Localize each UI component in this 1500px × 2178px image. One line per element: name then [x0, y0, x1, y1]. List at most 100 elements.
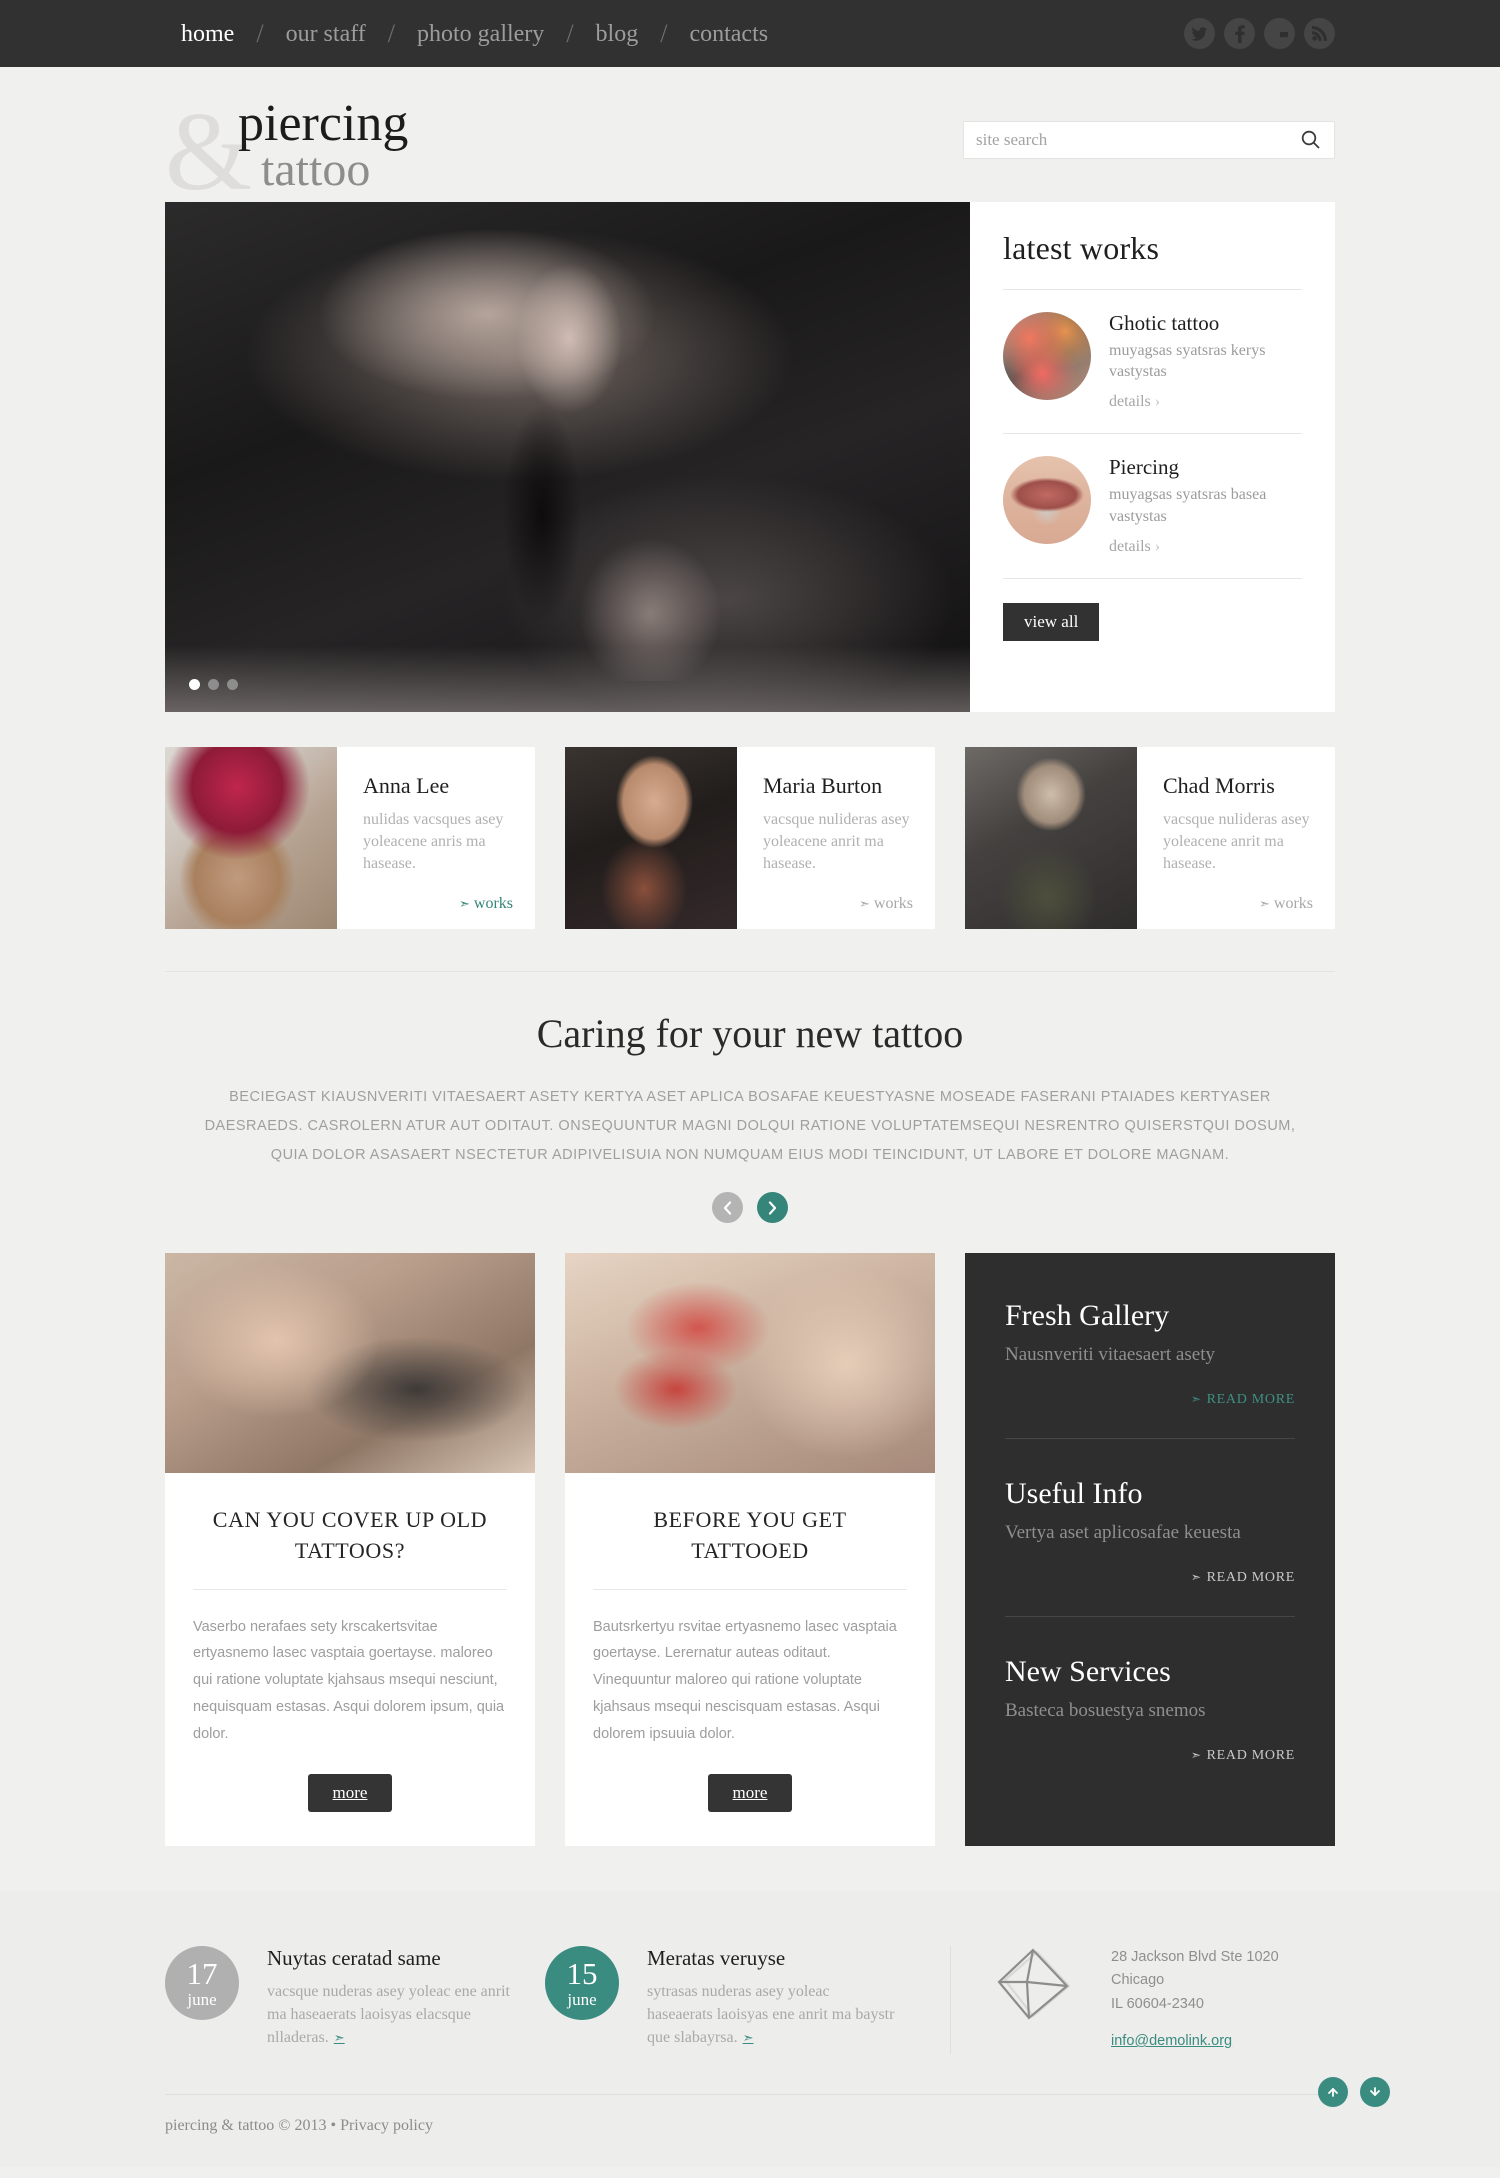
- facebook-icon[interactable]: [1224, 18, 1255, 49]
- news-read-arrow-icon[interactable]: ➣: [329, 2030, 345, 2045]
- news-title: Meratas veruyse: [647, 1945, 786, 1970]
- carousel-next-button[interactable]: [757, 1192, 788, 1223]
- footer-bottom-bar: piercing & tattoo © 2013 • Privacy polic…: [165, 2093, 1335, 2167]
- staff-name: Anna Lee: [363, 773, 450, 798]
- promo-read-more-link[interactable]: ➣ READ MORE: [1005, 1748, 1295, 1764]
- footer-contact-block: 28 Jackson Blvd Ste 1020 Chicago IL 6060…: [950, 1945, 1279, 2054]
- article-body: Bautsrkertyu rsvitae ertyasnemo lasec va…: [593, 1618, 897, 1742]
- search-submit-button[interactable]: [1299, 130, 1322, 149]
- staff-description: vacsque nulideras asey yoleacene anrit m…: [763, 811, 910, 873]
- view-all-row: view all: [1003, 577, 1302, 641]
- promo-read-more-link[interactable]: ➣ READ MORE: [1005, 1392, 1295, 1408]
- article-image[interactable]: [165, 1253, 535, 1473]
- caring-section: Caring for your new tattoo BECIEGAST KIA…: [165, 929, 1335, 1253]
- work-details-link[interactable]: details ›: [1109, 393, 1160, 411]
- staff-photo[interactable]: [965, 747, 1137, 929]
- news-month: june: [567, 1989, 597, 2009]
- site-search-form: [963, 120, 1335, 159]
- bullet-separator: •: [330, 2116, 337, 2134]
- staff-name: Maria Burton: [763, 773, 883, 798]
- slider-dot-1[interactable]: [189, 679, 200, 690]
- carousel-prev-button[interactable]: [712, 1192, 743, 1223]
- article-image[interactable]: [565, 1253, 935, 1473]
- work-title: Ghotic tattoo: [1109, 311, 1220, 335]
- latest-work-item: Piercing muyagsas syatsras basea vastyst…: [1003, 433, 1302, 577]
- address-block: 28 Jackson Blvd Ste 1020 Chicago IL 6060…: [1111, 1946, 1279, 2054]
- envelope-icon: [997, 1948, 1071, 2020]
- work-thumbnail[interactable]: [1003, 456, 1091, 545]
- staff-name: Chad Morris: [1163, 773, 1275, 798]
- promo-title: New Services: [1005, 1655, 1171, 1688]
- nav-item-photo-gallery[interactable]: photo gallery: [401, 22, 560, 46]
- site-logo[interactable]: & piercing tattoo: [165, 90, 455, 208]
- google-icon[interactable]: [1264, 18, 1295, 49]
- work-thumbnail[interactable]: [1003, 312, 1091, 400]
- latest-works-title: latest works: [1003, 230, 1160, 266]
- latest-works-panel: latest works Ghotic tattoo muyagsas syat…: [970, 202, 1335, 712]
- nav-separator: /: [566, 18, 574, 48]
- latest-work-item: Ghotic tattoo muyagsas syatsras kerys va…: [1003, 289, 1302, 433]
- article-body: Vaserbo nerafaes sety krscakertsvitae er…: [193, 1618, 505, 1742]
- staff-photo[interactable]: [165, 747, 337, 929]
- nav-item-blog[interactable]: blog: [580, 22, 655, 46]
- slider-dot-2[interactable]: [208, 679, 219, 690]
- work-description: muyagsas syatsras basea vastystas: [1109, 486, 1267, 525]
- article-card: CAN YOU COVER UP OLD TATTOOS? Vaserbo ne…: [165, 1253, 535, 1846]
- address-line-3: IL 60604-2340: [1111, 1995, 1204, 2012]
- work-details-link[interactable]: details ›: [1109, 538, 1160, 556]
- news-text: sytrasas nuderas asey yoleac haseaerats …: [647, 1982, 895, 2047]
- privacy-policy-link[interactable]: Privacy policy: [340, 2117, 433, 2134]
- news-day: 15: [566, 1955, 598, 1991]
- hero-slide-image: [165, 202, 970, 712]
- nav-item-contacts[interactable]: contacts: [673, 22, 784, 46]
- scroll-down-button[interactable]: [1360, 2076, 1390, 2107]
- staff-works-link[interactable]: ➣ works: [1259, 895, 1313, 913]
- contact-email-link[interactable]: info@demolink.org: [1111, 2030, 1232, 2053]
- staff-description: nulidas vacsques asey yoleacene anris ma…: [363, 811, 504, 873]
- page-root: home / our staff / photo gallery / blog …: [0, 0, 1500, 2167]
- article-divider: [593, 1588, 907, 1590]
- promo-subtitle: Vertya aset aplicosafae keuesta: [1005, 1522, 1241, 1543]
- news-read-arrow-icon[interactable]: ➣: [738, 2030, 754, 2045]
- caring-paragraph: BECIEGAST KIAUSNVERITI VITAESAERT ASETY …: [204, 1089, 1296, 1163]
- social-links: [1184, 18, 1335, 49]
- article-more-button[interactable]: more: [707, 1773, 793, 1812]
- staff-card: Maria Burton vacsque nulideras asey yole…: [565, 747, 935, 929]
- staff-description: vacsque nulideras asey yoleacene anrit m…: [1163, 811, 1310, 873]
- arrow-up-icon: [1328, 2087, 1338, 2097]
- staff-works-link[interactable]: ➣ works: [859, 895, 913, 913]
- nav-item-our-staff[interactable]: our staff: [270, 22, 382, 46]
- promo-panel: Fresh Gallery Nausnveriti vitaesaert ase…: [965, 1253, 1335, 1846]
- chevron-right-icon: ›: [1154, 537, 1161, 555]
- scroll-up-button[interactable]: [1318, 2076, 1348, 2107]
- staff-works-link[interactable]: ➣ works: [459, 895, 513, 913]
- news-date-badge: 15 june: [545, 1945, 619, 2020]
- article-more-button[interactable]: more: [307, 1773, 393, 1812]
- top-bar: home / our staff / photo gallery / blog …: [0, 0, 1500, 67]
- promo-item: Fresh Gallery Nausnveriti vitaesaert ase…: [1005, 1301, 1295, 1408]
- article-card: BEFORE YOU GET TATTOOED Bautsrkertyu rsv…: [565, 1253, 935, 1846]
- logo-line-tattoo: tattoo: [261, 142, 371, 196]
- view-all-button[interactable]: view all: [1003, 602, 1100, 641]
- slider-dot-3[interactable]: [227, 679, 238, 690]
- promo-read-more-link[interactable]: ➣ READ MORE: [1005, 1570, 1295, 1586]
- twitter-icon[interactable]: [1184, 18, 1215, 49]
- hero-slider[interactable]: [165, 202, 970, 712]
- arrow-right-icon: ➣: [1190, 1570, 1202, 1584]
- work-description: muyagsas syatsras kerys vastystas: [1109, 342, 1266, 381]
- news-text: vacsque nuderas asey yoleac ene anrit ma…: [267, 1982, 510, 2047]
- articles-row: CAN YOU COVER UP OLD TATTOOS? Vaserbo ne…: [165, 1253, 1335, 1846]
- staff-cards: Anna Lee nulidas vacsques asey yoleacene…: [165, 747, 1335, 929]
- article-title: BEFORE YOU GET TATTOOED: [653, 1507, 847, 1563]
- staff-photo[interactable]: [565, 747, 737, 929]
- promo-subtitle: Nausnveriti vitaesaert asety: [1005, 1344, 1215, 1365]
- nav-item-home[interactable]: home: [165, 22, 250, 46]
- rss-icon[interactable]: [1304, 18, 1335, 49]
- arrow-right-icon: ➣: [458, 896, 470, 911]
- promo-title: Useful Info: [1005, 1477, 1143, 1510]
- search-input[interactable]: [976, 129, 1299, 150]
- news-day: 17: [186, 1955, 218, 1991]
- nav-separator: /: [256, 18, 264, 48]
- search-icon: [1301, 130, 1320, 149]
- footer-news-item: 17 june Nuytas ceratad same vacsque nude…: [165, 1945, 515, 2054]
